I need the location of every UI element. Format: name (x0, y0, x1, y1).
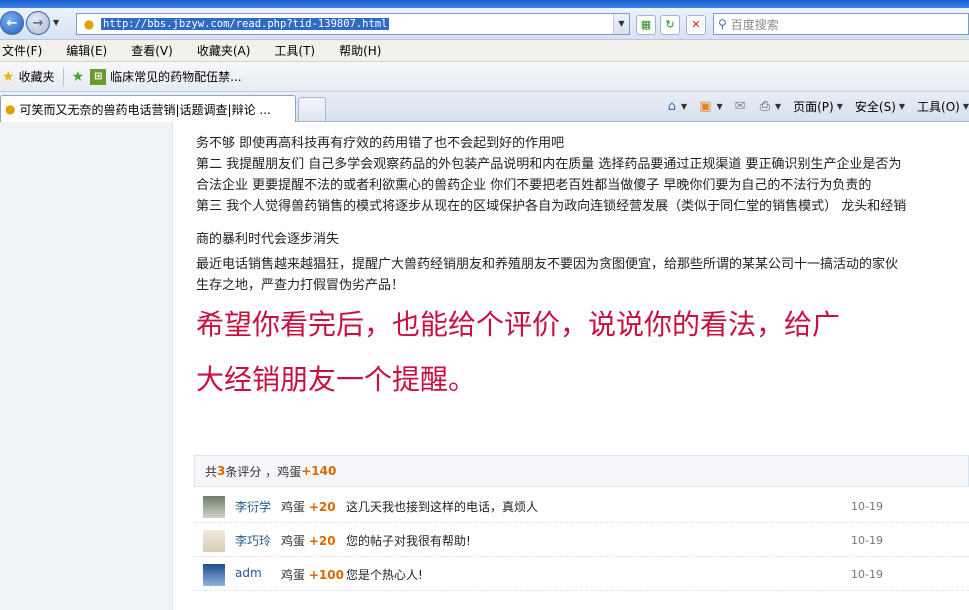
back-button[interactable]: ← (0, 11, 24, 35)
page-content: 务不够 即使再高科技再有疗效的药用错了也不会起到好的作用吧 第二 我提醒朋友们 … (0, 122, 969, 610)
post-line: 最近电话销售越来越猖狂，提醒广大兽药经销朋友和养殖朋友不要因为贪图便宜，给那些所… (196, 257, 899, 272)
home-button[interactable]: ⌂ ▼ (668, 99, 687, 114)
rating-prefix: 共 (205, 464, 218, 479)
rss-icon: ▣ (699, 99, 712, 114)
rating-date: 10-19 (851, 500, 883, 513)
favorite-link[interactable]: 临床常见的药物配伍禁... (110, 68, 241, 85)
safety-menu-label: 安全(S) (854, 100, 896, 114)
rating-reason: 这几天我也接到这样的电话，真烦人 (346, 500, 539, 514)
menu-tools[interactable]: 工具(T) (272, 42, 315, 59)
avatar[interactable] (203, 530, 225, 552)
rating-row: 李衍学 鸡蛋 +20 这几天我也接到这样的电话，真烦人 10-19 (194, 489, 969, 523)
favorites-bar: ★ 收藏夹 ★ ⊞ 临床常见的药物配伍禁... (0, 62, 969, 92)
address-bar[interactable]: ● http://bbs.jbzyw.com/read.php?tid-1398… (76, 13, 630, 35)
post-body: 务不够 即使再高科技再有疗效的药用错了也不会起到好的作用吧 第二 我提醒朋友们 … (196, 122, 969, 406)
rater-name[interactable]: 李巧玲 (235, 532, 271, 549)
tools-menu-label: 工具(O) (917, 100, 960, 114)
menu-help[interactable]: 帮助(H) (337, 42, 381, 59)
rater-name[interactable]: 李衍学 (235, 498, 271, 515)
rating-reason: 您的帖子对我很有帮助! (346, 534, 471, 548)
compatibility-view-icon[interactable]: ▦ (636, 15, 656, 35)
rating-reason: 您是个热心人! (346, 568, 423, 582)
favorites-button[interactable]: 收藏夹 (19, 68, 55, 85)
mail-button[interactable]: ✉ (735, 99, 748, 114)
menu-favorites[interactable]: 收藏夹(A) (195, 42, 251, 59)
avatar[interactable] (203, 496, 225, 518)
favorite-link-icon: ⊞ (90, 68, 107, 85)
tab-bar: ● 可笑而又无奈的兽药电话营销|话题调查|辩论 ... ⌂ ▼ ▣ ▼ ✉ ⎙ ▼ 页… (0, 92, 969, 122)
post-line: 合法企业 更要提醒不法的或者利欲熏心的兽药企业 你们不要把老百姓都当做傻子 早晚… (196, 178, 872, 193)
tab-title: 可笑而又无奈的兽药电话营销|话题调查|辩论 ... (19, 102, 271, 117)
tab-favicon-icon: ● (5, 102, 16, 116)
rating-row: 李巧玲 鸡蛋 +20 您的帖子对我很有帮助! 10-19 (194, 523, 969, 557)
rating-total: +140 (301, 464, 337, 478)
home-icon: ⌂ (667, 99, 677, 114)
address-row: ← → ▼ ● http://bbs.jbzyw.com/read.php?ti… (0, 8, 969, 40)
printer-icon: ⎙ (759, 99, 770, 114)
rating-points: 鸡蛋 +20 (281, 500, 336, 514)
highlight-text: 大经销朋友一个提醒。 (196, 363, 477, 396)
feeds-button[interactable]: ▣ ▼ (699, 99, 722, 114)
rating-date: 10-19 (851, 534, 883, 547)
history-dropdown-icon[interactable]: ▼ (53, 18, 59, 27)
post-line: 商的暴利时代会逐步消失 (196, 232, 340, 247)
stop-icon[interactable]: ✕ (686, 15, 706, 35)
command-bar: ⌂ ▼ ▣ ▼ ✉ ⎙ ▼ 页面(P) ▼ 安全(S) ▼ 工具(O) ▼ (656, 98, 969, 115)
rating-points: 鸡蛋 +100 (281, 568, 344, 582)
avatar[interactable] (203, 564, 225, 586)
tab-active[interactable]: ● 可笑而又无奈的兽药电话营销|话题调查|辩论 ... (0, 95, 296, 122)
forward-button[interactable]: → (26, 11, 50, 35)
rating-summary: 共 3 条评分 ，鸡蛋 +140 (194, 455, 969, 487)
post-line: 第三 我个人觉得兽药销售的模式将逐步从现在的区域保护各自为政向连锁经营发展（类似… (196, 199, 907, 214)
rating-date: 10-19 (851, 568, 883, 581)
menu-view[interactable]: 查看(V) (129, 42, 173, 59)
post-line: 务不够 即使再高科技再有疗效的药用错了也不会起到好的作用吧 (196, 136, 565, 151)
favorites-star-icon[interactable]: ★ (2, 69, 15, 85)
address-dropdown-icon[interactable]: ▼ (613, 14, 629, 34)
rater-name[interactable]: adm (235, 566, 262, 580)
search-input[interactable]: ⚲ 百度搜索 (713, 13, 969, 35)
print-button[interactable]: ⎙ ▼ (760, 99, 782, 114)
favorites-divider (62, 67, 64, 86)
menu-bar: 文件(F) 编辑(E) 查看(V) 收藏夹(A) 工具(T) 帮助(H) (0, 40, 969, 62)
window-title-bar (0, 0, 969, 8)
rating-count: 3 (217, 464, 226, 478)
tools-menu[interactable]: 工具(O) ▼ (917, 98, 969, 115)
page-menu[interactable]: 页面(P) ▼ (793, 98, 843, 115)
menu-edit[interactable]: 编辑(E) (64, 42, 107, 59)
menu-file[interactable]: 文件(F) (0, 42, 42, 59)
author-sidebar (0, 122, 173, 610)
search-icon: ⚲ (718, 17, 727, 31)
post-line (196, 122, 969, 133)
new-tab-button[interactable] (298, 97, 326, 121)
mail-icon: ✉ (734, 99, 746, 114)
add-favorite-icon[interactable]: ★ (72, 69, 85, 85)
search-placeholder: 百度搜索 (730, 17, 779, 32)
page-favicon-icon: ● (83, 17, 95, 31)
post-line: 生存之地，严查力打假冒伪劣产品！ (196, 278, 405, 293)
url-text[interactable]: http://bbs.jbzyw.com/read.php?tid-139807… (101, 18, 390, 30)
highlight-text: 希望你看完后，也能给个评价，说说你的看法，给广 (196, 308, 841, 341)
post-line: 第二 我提醒朋友们 自己多学会观察药品的外包装产品说明和内在质量 选择药品要通过… (196, 157, 902, 172)
refresh-icon[interactable]: ↻ (660, 15, 680, 35)
safety-menu[interactable]: 安全(S) ▼ (855, 98, 905, 115)
rating-label: 条评分 ，鸡蛋 (225, 464, 302, 479)
rating-row: adm 鸡蛋 +100 您是个热心人! 10-19 (194, 557, 969, 591)
rating-points: 鸡蛋 +20 (281, 534, 336, 548)
page-menu-label: 页面(P) (793, 100, 834, 114)
